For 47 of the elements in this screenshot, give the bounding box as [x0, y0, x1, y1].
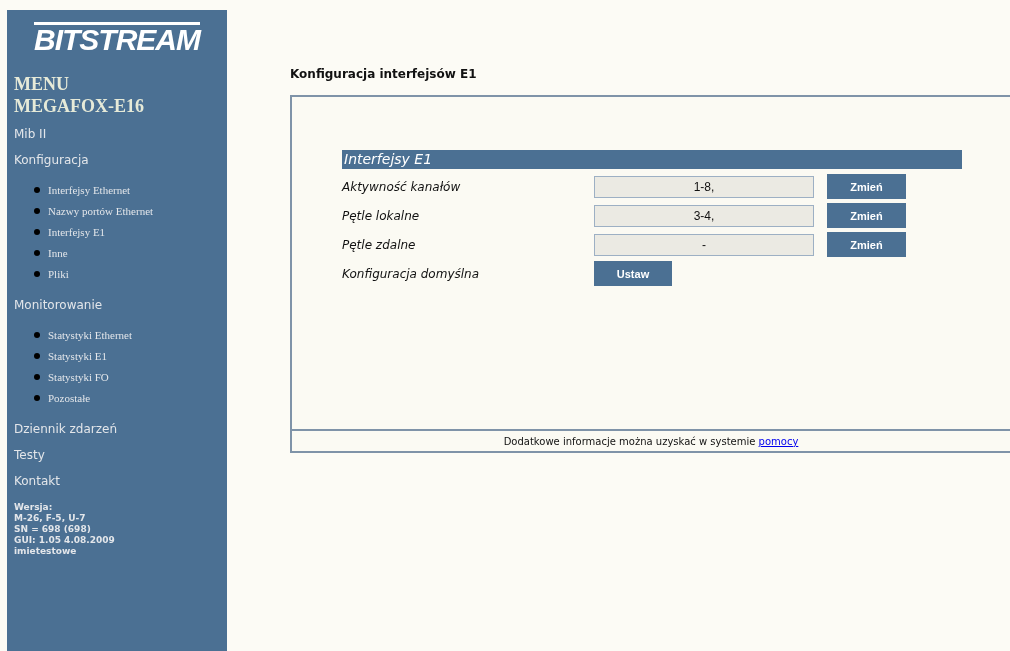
menu-item-link[interactable]: Interfejsy Ethernet	[48, 183, 131, 196]
menu-section-link[interactable]: Dziennik zdarzeń	[14, 422, 118, 436]
menu-item-link[interactable]: Nazwy portów Ethernet	[48, 204, 154, 217]
menu-section-link[interactable]: Kontakt	[14, 474, 60, 488]
set-button[interactable]: Ustaw	[594, 261, 672, 286]
setting-label: Konfiguracja domyślna	[342, 266, 481, 281]
menu-item-link[interactable]: Inne	[48, 246, 68, 259]
setting-label: Aktywność kanałów	[342, 179, 462, 194]
logo: BITSTREAM	[34, 22, 200, 53]
bullet-icon	[34, 331, 40, 338]
menu-item-link[interactable]: Statystyki FO	[48, 370, 109, 383]
help-note: Dodatkowe informacje można uzyskać w systemie pomocy	[503, 435, 799, 447]
section-header: Interfejsy E1	[342, 150, 962, 169]
value-field: -	[594, 233, 814, 256]
bullet-icon	[34, 270, 40, 277]
menu-item-link[interactable]: Pliki	[48, 267, 69, 280]
version-info: GUI: 1.05 4.08.2009	[14, 535, 116, 546]
help-link[interactable]: pomocy	[758, 435, 799, 447]
menu-section-link[interactable]: Monitorowanie	[14, 298, 103, 312]
version-info: Wersja:	[14, 502, 54, 513]
bullet-icon	[34, 352, 40, 359]
bullet-icon	[34, 228, 40, 235]
menu-section-link[interactable]: Testy	[14, 448, 45, 462]
menu-title: MEGAFOX-E16	[14, 95, 145, 117]
bullet-icon	[34, 394, 40, 401]
value-field: 3-4,	[594, 204, 814, 227]
version-info: M-26, F-5, U-7	[14, 513, 87, 524]
menu-item-link[interactable]: Statystyki Ethernet	[48, 328, 132, 341]
menu-section-link[interactable]: Mib II	[14, 127, 47, 141]
menu-title: MENU	[14, 73, 70, 95]
version-info: imietestowe	[14, 546, 78, 557]
bullet-icon	[34, 249, 40, 256]
change-button[interactable]: Zmień	[827, 203, 906, 228]
change-button[interactable]: Zmień	[827, 174, 906, 199]
setting-label: Pętle lokalne	[342, 208, 421, 223]
bullet-icon	[34, 207, 40, 214]
page-title: Konfiguracja interfejsów E1	[290, 67, 478, 81]
setting-label: Pętle zdalne	[342, 237, 417, 252]
menu-item-link[interactable]: Interfejsy E1	[48, 225, 106, 238]
bullet-icon	[34, 186, 40, 193]
menu-item-link[interactable]: Pozostałe	[48, 391, 91, 404]
bullet-icon	[34, 373, 40, 380]
version-info: SN = 698 (698)	[14, 524, 92, 535]
change-button[interactable]: Zmień	[827, 232, 906, 257]
value-field: 1-8,	[594, 175, 814, 198]
menu-item-link[interactable]: Statystyki E1	[48, 349, 107, 362]
menu-section-link[interactable]: Konfiguracja	[14, 153, 89, 167]
